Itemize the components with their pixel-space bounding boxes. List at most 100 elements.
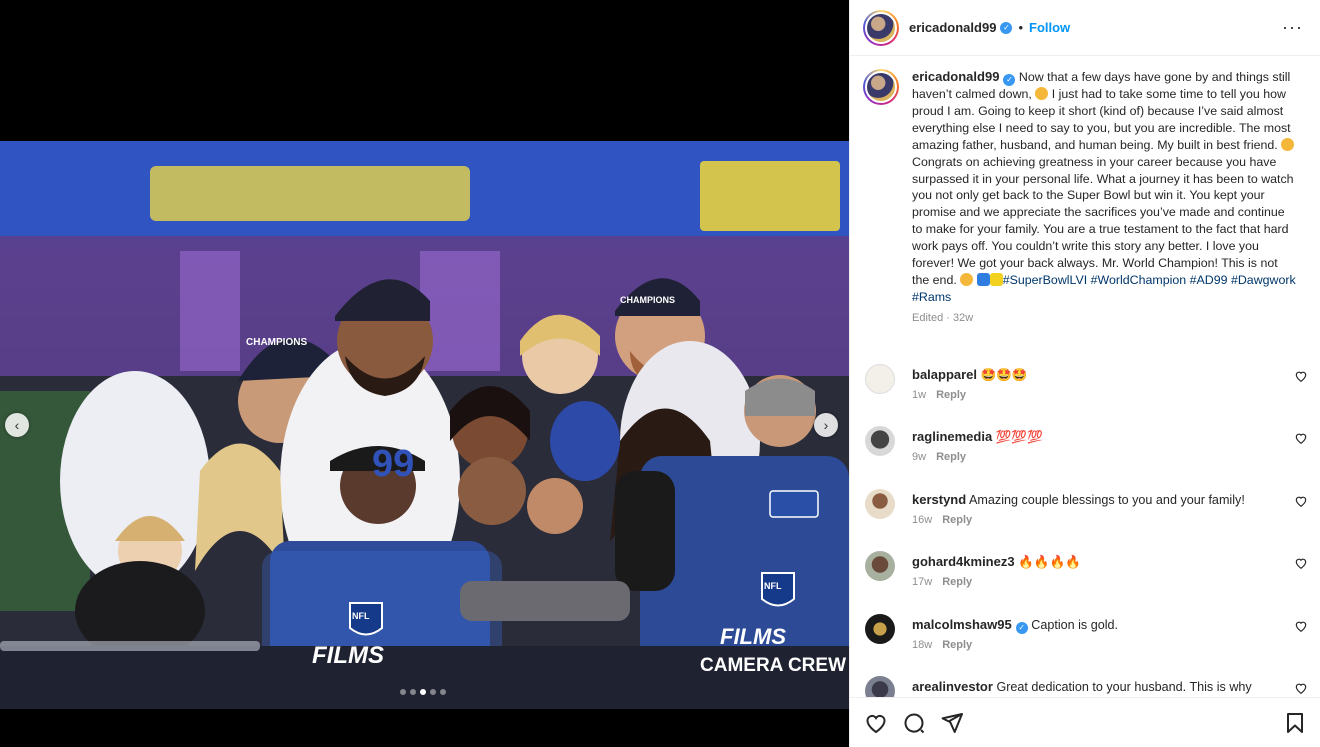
reply-button[interactable]: Reply [936,451,966,463]
author-avatar[interactable] [863,9,899,46]
celebration-photo-illustration: CHAMPIONS CHAMPIONS NFL NFL FILMS FILMS … [0,141,849,709]
bookmark-icon[interactable] [1283,711,1307,735]
post-media-area: CHAMPIONS CHAMPIONS NFL NFL FILMS FILMS … [0,0,849,747]
post-photo[interactable]: CHAMPIONS CHAMPIONS NFL NFL FILMS FILMS … [0,141,849,709]
commenter-avatar[interactable] [865,676,895,697]
commenter-username[interactable]: balapparel [912,367,977,382]
paper-plane-icon[interactable] [940,711,964,735]
comment-text-line: malcolmshaw95 ✓ Caption is gold. [912,617,1272,634]
comment-like-heart-icon[interactable] [1294,431,1308,445]
comment-age[interactable]: 9w [912,451,926,463]
carousel-dot [430,689,436,695]
comment-item: gohard4kminez3 🔥🔥🔥🔥 17w Reply [863,549,1308,605]
hashtag[interactable]: #Dawgwork [1231,273,1296,287]
commenter-avatar[interactable] [865,426,895,456]
verified-badge-icon: ✓ [1000,21,1013,34]
vest-text-left: FILMS [312,642,384,669]
carousel-dot [410,689,416,695]
hashtag[interactable]: #WorldChampion [1091,273,1187,287]
commenter-username[interactable]: malcolmshaw95 [912,617,1012,632]
smile-emoji-icon [960,272,974,286]
caption-age[interactable]: 32w [953,312,973,324]
caption-body: ericadonald99 ✓ Now that a few days have … [912,69,1297,327]
commenter-username[interactable]: arealinvestor [912,679,993,694]
comment-meta: 16w Reply [912,514,972,526]
reply-button[interactable]: Reply [936,389,966,401]
comment-meta: 1w Reply [912,389,966,401]
caption-author-avatar[interactable] [863,69,899,105]
caption-text-part3: Congrats on achieving greatness in your … [912,154,1294,287]
more-options-icon[interactable]: ··· [1282,17,1303,38]
carousel-dot-active [420,689,426,695]
edited-label: Edited [912,311,944,324]
reply-button[interactable]: Reply [942,639,972,651]
comment-item: balapparel 🤩🤩🤩 1w Reply [863,362,1308,418]
comment-text-line: kerstynd Amazing couple blessings to you… [912,492,1272,507]
comment-meta: 17w Reply [912,576,972,588]
commenter-username[interactable]: gohard4kminez3 [912,554,1015,569]
hat-text: CHAMPIONS [246,337,307,348]
commenter-avatar[interactable] [865,551,895,581]
comment-text: Amazing couple blessings to you and your… [969,493,1245,507]
comment-item: malcolmshaw95 ✓ Caption is gold. 18w Reply [863,612,1308,668]
reply-button[interactable]: Reply [942,514,972,526]
carousel-next-button[interactable]: › [814,413,838,437]
post-header: ericadonald99 ✓ • Follow ··· [850,0,1320,56]
comments-scroll-area[interactable]: ericadonald99 ✓ Now that a few days have … [850,57,1320,697]
commenter-username[interactable]: raglinemedia [912,429,992,444]
vest-logo-right: NFL [764,581,782,591]
caption-username[interactable]: ericadonald99 [912,69,999,84]
commenter-avatar[interactable] [865,364,895,394]
comment-age[interactable]: 18w [912,639,932,651]
comment-like-heart-icon[interactable] [1294,681,1308,695]
comment-text: 💯💯💯 [995,430,1043,444]
post-actions-bar [850,697,1320,747]
commenter-username[interactable]: kerstynd [912,492,966,507]
post-caption: ericadonald99 ✓ Now that a few days have … [863,69,1308,327]
comment-text: 🤩🤩🤩 [980,368,1028,382]
commenter-avatar[interactable] [865,614,895,644]
comment-age[interactable]: 1w [912,389,926,401]
comment-meta: 18w Reply [912,639,972,651]
carousel-prev-button[interactable]: ‹ [5,413,29,437]
post-side-panel: ericadonald99 ✓ • Follow ··· ericadonald… [849,0,1320,747]
commenter-avatar[interactable] [865,489,895,519]
comment-like-heart-icon[interactable] [1294,619,1308,633]
caption-meta: Edited · 32w [912,311,974,324]
comment-item: raglinemedia 💯💯💯 9w Reply [863,424,1308,480]
comment-meta: 9w Reply [912,451,966,463]
verified-badge-icon: ✓ [1003,74,1016,86]
comment-age[interactable]: 17w [912,576,932,588]
vest-text-camera-crew: CAMERA CREW [700,655,846,676]
verified-badge-icon: ✓ [1015,622,1028,634]
comment-like-heart-icon[interactable] [1294,369,1308,383]
yellow-heart-icon [989,272,1003,286]
comment-text: 🔥🔥🔥🔥 [1018,555,1081,569]
blue-heart-icon [976,272,990,286]
hat-text-2: CHAMPIONS [620,295,675,305]
comment-item: kerstynd Amazing couple blessings to you… [863,487,1308,543]
comment-text: Caption is gold. [1031,618,1119,632]
hug-emoji-icon [1281,137,1295,151]
comment-text-line: gohard4kminez3 🔥🔥🔥🔥 [912,554,1272,570]
comment-icon[interactable] [902,711,926,735]
hashtag[interactable]: #SuperBowlLVI [1003,273,1088,287]
author-username[interactable]: ericadonald99 [909,20,996,35]
heart-icon[interactable] [864,711,888,735]
header-separator: • [1018,20,1023,35]
carousel-dot [400,689,406,695]
hashtag[interactable]: #Rams [912,290,951,304]
comment-like-heart-icon[interactable] [1294,556,1308,570]
reply-button[interactable]: Reply [942,576,972,588]
comment-age[interactable]: 16w [912,514,932,526]
comment-text: Great dedication to your husband. This i… [996,680,1252,694]
comment-like-heart-icon[interactable] [1294,494,1308,508]
jersey-number: 99 [372,443,414,485]
face-emoji-icon [1035,87,1049,100]
post-viewer: CHAMPIONS CHAMPIONS NFL NFL FILMS FILMS … [0,0,1320,747]
follow-button[interactable]: Follow [1029,20,1070,35]
carousel-dots [400,689,446,695]
hashtag[interactable]: #AD99 [1190,273,1228,287]
carousel-dot [440,689,446,695]
vest-logo-left: NFL [352,611,370,621]
